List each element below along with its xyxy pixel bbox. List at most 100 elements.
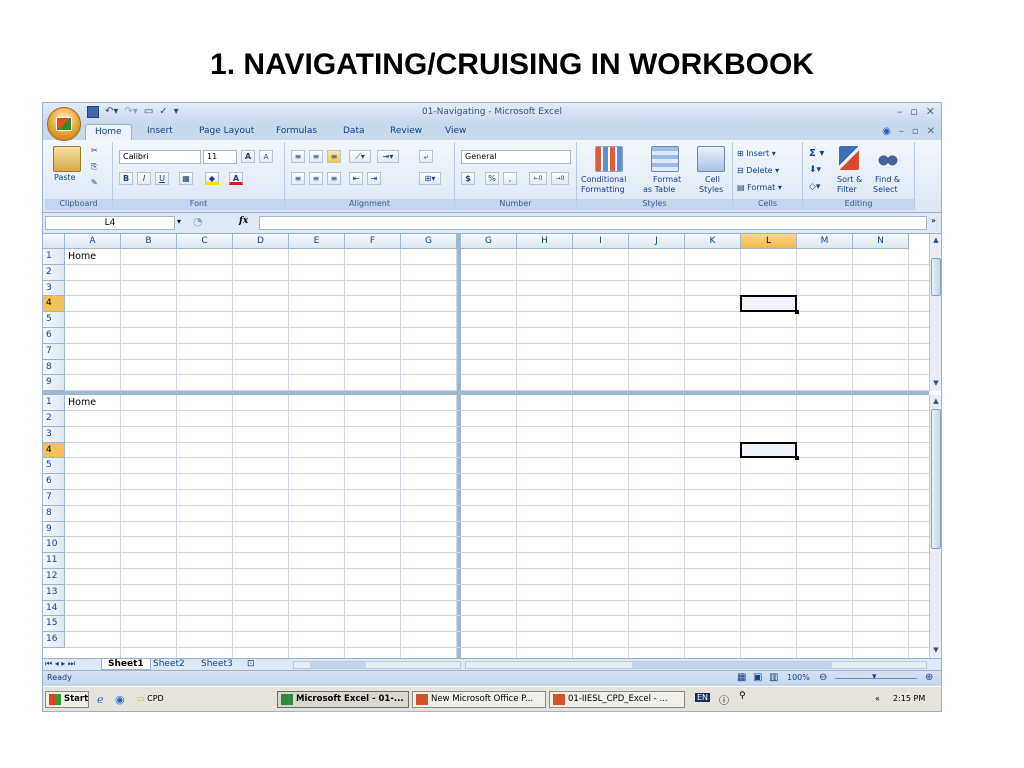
top-row-header-3[interactable]: 3 xyxy=(43,280,65,297)
cpd-folder-button[interactable]: ▭ CPD xyxy=(137,694,164,703)
tab-insert[interactable]: Insert xyxy=(147,126,173,136)
column-header-g[interactable]: G xyxy=(401,234,457,249)
sort-filter-label-1[interactable]: Sort & xyxy=(837,175,862,184)
fill-color-icon[interactable]: ◆ xyxy=(205,172,219,185)
horizontal-scrollbar-right[interactable] xyxy=(465,661,927,669)
shrink-font-button[interactable]: A xyxy=(259,150,273,163)
cell-styles-label-1[interactable]: Cell xyxy=(705,175,720,184)
help-icon[interactable]: ◉ xyxy=(882,126,891,137)
bottom-row-header-10[interactable]: 10 xyxy=(43,537,65,554)
cell-a1-bottom[interactable]: Home xyxy=(68,397,96,408)
find-select-icon[interactable] xyxy=(877,146,899,170)
format-cells-button[interactable]: ▤ Format ▾ xyxy=(737,183,782,192)
zoom-in-icon[interactable]: ⊕ xyxy=(925,672,933,683)
conditional-formatting-icon[interactable] xyxy=(595,146,623,172)
top-row-header-4[interactable]: 4 xyxy=(43,296,65,313)
tray-expand-icon[interactable]: « xyxy=(875,694,880,703)
close-icon[interactable]: ✕ xyxy=(926,105,935,118)
start-button[interactable]: Start xyxy=(45,691,89,708)
scroll-down-icon-top[interactable]: ▼ xyxy=(930,379,941,389)
formula-input[interactable] xyxy=(259,216,927,230)
bottom-row-header-1[interactable]: 1 xyxy=(43,395,65,411)
cell-styles-label-2[interactable]: Styles xyxy=(699,185,723,194)
restore-icon[interactable]: ▫ xyxy=(910,105,917,118)
column-header-right-l[interactable]: L xyxy=(741,234,797,249)
tab-home[interactable]: Home xyxy=(85,124,132,140)
horizontal-scroll-thumb-right[interactable] xyxy=(632,662,832,668)
vertical-scrollbar-bottom[interactable]: ▲ ▼ xyxy=(929,395,941,658)
fill-icon[interactable]: ⬇▾ xyxy=(809,165,821,175)
conditional-formatting-label-1[interactable]: Conditional xyxy=(581,175,626,184)
bottom-row-header-9[interactable]: 9 xyxy=(43,521,65,538)
tab-view[interactable]: View xyxy=(445,126,466,136)
merge-center-icon[interactable]: ⊞▾ xyxy=(419,172,441,185)
column-header-right-h[interactable]: H xyxy=(517,234,573,249)
borders-icon[interactable]: ▦ xyxy=(179,172,193,185)
office-button[interactable] xyxy=(47,107,81,141)
number-format-box[interactable]: General xyxy=(461,150,571,164)
minimize-icon[interactable]: – xyxy=(897,105,903,118)
vertical-split-bar[interactable] xyxy=(457,234,461,658)
cut-icon[interactable]: ✂ xyxy=(91,146,98,155)
ie-icon[interactable]: ℯ xyxy=(97,693,104,706)
scroll-down-icon-bottom[interactable]: ▼ xyxy=(930,646,941,656)
format-as-table-label-1[interactable]: Format xyxy=(653,175,681,184)
bottom-row-header-11[interactable]: 11 xyxy=(43,553,65,569)
taskbar-excel-button[interactable]: Microsoft Excel - 01-... xyxy=(277,691,409,708)
align-left-icon[interactable]: ≡ xyxy=(291,172,305,185)
top-row-header-2[interactable]: 2 xyxy=(43,264,65,281)
top-row-header-7[interactable]: 7 xyxy=(43,343,65,360)
horizontal-scroll-thumb-left[interactable] xyxy=(310,662,366,668)
bottom-row-header-12[interactable]: 12 xyxy=(43,569,65,585)
insert-cells-button[interactable]: ⊞ Insert ▾ xyxy=(737,149,776,158)
normal-view-icon[interactable]: ▦ xyxy=(737,672,746,683)
align-bottom-icon[interactable]: ≡ xyxy=(327,150,341,163)
zoom-out-icon[interactable]: ⊖ xyxy=(819,672,827,683)
bottom-row-header-2[interactable]: 2 xyxy=(43,411,65,427)
sort-filter-icon[interactable] xyxy=(839,146,859,170)
column-header-b[interactable]: B xyxy=(121,234,177,249)
font-size-box[interactable]: 11 xyxy=(203,150,237,164)
name-box[interactable]: L4 xyxy=(45,216,175,230)
delete-cells-button[interactable]: ⊟ Delete ▾ xyxy=(737,166,779,175)
sheet-tab-1[interactable]: Sheet1 xyxy=(101,659,151,670)
align-center-icon[interactable]: ≡ xyxy=(309,172,323,185)
select-all-corner[interactable] xyxy=(43,234,65,249)
bottom-row-header-15[interactable]: 15 xyxy=(43,616,65,633)
percent-button[interactable]: % xyxy=(485,172,499,185)
page-layout-view-icon[interactable]: ▣ xyxy=(753,672,762,683)
currency-button[interactable]: $ xyxy=(461,172,475,185)
align-right-icon[interactable]: ≡ xyxy=(327,172,341,185)
top-row-header-5[interactable]: 5 xyxy=(43,312,65,328)
sheet-tab-2[interactable]: Sheet2 xyxy=(153,659,185,669)
bold-button[interactable]: B xyxy=(119,172,133,185)
bottom-row-header-8[interactable]: 8 xyxy=(43,505,65,522)
column-header-e[interactable]: E xyxy=(289,234,345,249)
bottom-row-header-3[interactable]: 3 xyxy=(43,426,65,443)
expand-formula-icon[interactable]: » xyxy=(931,216,936,225)
align-middle-icon[interactable]: ≡ xyxy=(309,150,323,163)
selected-cell-top[interactable] xyxy=(740,295,799,314)
indent-icon[interactable]: ⇥▾ xyxy=(377,150,399,163)
insert-function-button[interactable]: fx xyxy=(239,216,248,226)
format-painter-icon[interactable]: ✎ xyxy=(91,178,98,187)
page-break-view-icon[interactable]: ▥ xyxy=(769,672,778,683)
column-header-a[interactable]: A xyxy=(65,234,121,249)
language-indicator[interactable]: EN xyxy=(695,693,711,702)
column-header-f[interactable]: F xyxy=(345,234,401,249)
find-select-label-2[interactable]: Select xyxy=(873,185,898,194)
sort-filter-label-2[interactable]: Filter xyxy=(837,185,857,194)
vertical-scroll-thumb-top[interactable] xyxy=(931,258,941,296)
top-row-header-1[interactable]: 1 xyxy=(43,249,65,265)
workbook-minimize-icon[interactable]: – xyxy=(899,126,904,137)
increase-indent-icon[interactable]: ⇥ xyxy=(367,172,381,185)
format-as-table-label-2[interactable]: as Table xyxy=(643,185,675,194)
font-name-box[interactable]: Calibri xyxy=(119,150,201,164)
vertical-scroll-thumb-bottom[interactable] xyxy=(931,409,941,550)
zoom-slider-thumb[interactable]: ▾ xyxy=(872,672,877,682)
tab-data[interactable]: Data xyxy=(343,126,365,136)
column-header-right-n[interactable]: N xyxy=(853,234,909,249)
column-header-right-i[interactable]: I xyxy=(573,234,629,249)
taskbar-iiesl-button[interactable]: 01-IIESL_CPD_Excel - ... xyxy=(549,691,685,708)
align-top-icon[interactable]: ≡ xyxy=(291,150,305,163)
